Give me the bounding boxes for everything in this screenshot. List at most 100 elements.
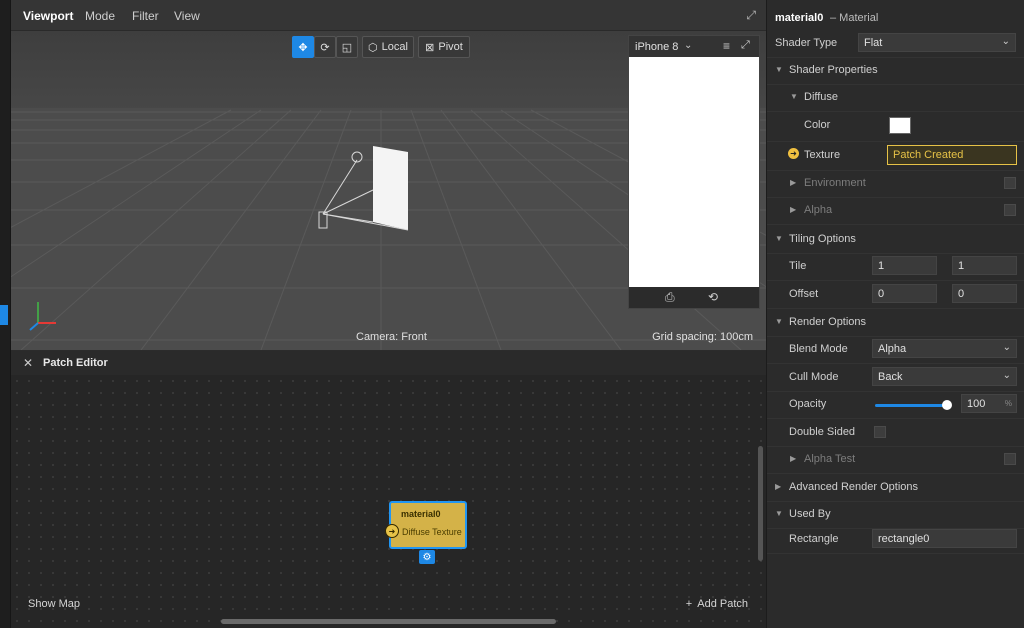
camera-capture-icon[interactable]: ⎙: [665, 290, 675, 305]
patch-editor-title: Patch Editor: [43, 357, 108, 369]
view-menu[interactable]: View: [174, 9, 200, 23]
render-options-label: Render Options: [789, 316, 867, 328]
scale-tool-button[interactable]: ◱: [336, 36, 358, 58]
alpha-test-row[interactable]: ▶ Alpha Test: [767, 446, 1024, 474]
expand-icon[interactable]: ⤢: [746, 8, 756, 23]
port-arrow-icon[interactable]: ➜: [385, 524, 399, 538]
move-tool-button[interactable]: ✥: [292, 36, 314, 58]
preview-screen: [629, 57, 759, 287]
patch-link-arrow-icon[interactable]: ➜: [788, 148, 799, 159]
device-selector[interactable]: iPhone 8: [635, 41, 678, 53]
percent-unit: %: [1004, 399, 1012, 408]
horizontal-scrollbar[interactable]: [221, 619, 556, 624]
pivot-icon: ⊠: [425, 41, 435, 54]
used-by-label: Used By: [789, 508, 831, 520]
rotate-device-icon[interactable]: ⟲: [708, 290, 718, 304]
pivot-button[interactable]: ⊠ Pivot: [418, 36, 470, 58]
local-space-button[interactable]: ⬡ Local: [362, 36, 414, 58]
chevron-down-icon: ⌄: [1001, 36, 1010, 47]
advanced-render-options-section[interactable]: ▶ Advanced Render Options: [767, 474, 1024, 502]
material-patch-node[interactable]: material0 ➜ Diffuse Texture: [385, 501, 467, 549]
texture-field[interactable]: Patch Created: [887, 145, 1017, 165]
menu-icon[interactable]: ≡: [723, 39, 730, 53]
alpha-test-checkbox[interactable]: [1004, 453, 1016, 465]
material-type: – Material: [830, 12, 879, 24]
shader-type-select[interactable]: Flat ⌄: [858, 33, 1016, 52]
patch-editor[interactable]: ✕ Patch Editor material0 ➜ Diffuse Textu…: [11, 351, 766, 628]
alpha-label: Alpha: [804, 204, 833, 216]
alpha-checkbox[interactable]: [1004, 204, 1016, 216]
offset-x-input[interactable]: 0: [872, 284, 937, 303]
tiling-options-label: Tiling Options: [789, 233, 856, 245]
expand-arrow-icon: ▼: [775, 509, 783, 518]
camera-label: Camera: Front: [356, 331, 427, 343]
vertical-scrollbar[interactable]: [758, 446, 763, 561]
opacity-label: Opacity: [789, 398, 827, 410]
gear-icon[interactable]: ⚙: [419, 550, 435, 564]
plane-object[interactable]: [373, 146, 408, 230]
node-port-label: Diffuse Texture: [402, 527, 462, 537]
double-sided-checkbox[interactable]: [874, 426, 886, 438]
tile-label: Tile: [789, 260, 807, 272]
chevron-down-icon[interactable]: ⌄: [684, 40, 692, 51]
rotate-icon: ⟳: [320, 41, 330, 54]
node-title: material0: [401, 509, 441, 519]
environment-label: Environment: [804, 177, 866, 189]
opacity-slider-track[interactable]: [875, 404, 947, 407]
shader-type-row: Shader Type Flat ⌄: [767, 30, 1024, 58]
mode-menu[interactable]: Mode: [85, 9, 115, 23]
shader-type-value: Flat: [864, 37, 883, 49]
environment-row[interactable]: ▶ Environment: [767, 170, 1024, 198]
double-sided-row: Double Sided: [767, 419, 1024, 447]
device-preview[interactable]: iPhone 8 ⌄ ≡ ⤢ ⎙ ⟲: [628, 35, 760, 309]
color-swatch[interactable]: [889, 117, 911, 134]
collapse-arrow-icon: ▶: [775, 482, 782, 491]
shader-properties-label: Shader Properties: [789, 64, 878, 76]
tile-x-input[interactable]: 1: [872, 256, 937, 275]
add-patch-label: Add Patch: [697, 598, 748, 610]
offset-label: Offset: [789, 288, 819, 300]
blend-mode-value: Alpha: [878, 343, 907, 355]
alpha-row[interactable]: ▶ Alpha: [767, 197, 1024, 225]
expand-arrow-icon: ▼: [775, 65, 783, 74]
viewport-title[interactable]: Viewport: [23, 9, 73, 23]
tile-y-input[interactable]: 1: [952, 256, 1017, 275]
texture-row: ➜ Texture Patch Created: [767, 141, 1024, 171]
preview-footer: ⎙ ⟲: [629, 287, 759, 308]
blend-mode-select[interactable]: Alpha ⌄: [872, 339, 1017, 358]
opacity-input[interactable]: 100 %: [961, 394, 1017, 413]
advanced-render-options-label: Advanced Render Options: [789, 481, 919, 493]
cull-mode-select[interactable]: Back ⌄: [872, 367, 1017, 386]
render-options-section[interactable]: ▼ Render Options: [767, 309, 1024, 337]
preview-header: iPhone 8 ⌄ ≡ ⤢: [629, 36, 759, 57]
show-map-button[interactable]: Show Map: [28, 598, 80, 610]
popout-icon[interactable]: ⤢: [741, 39, 750, 52]
rectangle-label: Rectangle: [789, 533, 839, 545]
opacity-row: Opacity 100 %: [767, 391, 1024, 419]
offset-y-input[interactable]: 0: [952, 284, 1017, 303]
cull-mode-label: Cull Mode: [789, 371, 839, 383]
blend-mode-label: Blend Mode: [789, 343, 848, 355]
viewport[interactable]: Viewport Mode Filter View ⤢ ✥ ⟳ ◱ ⬡ Loca…: [11, 0, 766, 350]
material-name: material0: [775, 12, 824, 24]
close-icon[interactable]: ✕: [23, 356, 33, 370]
color-label: Color: [804, 119, 831, 131]
add-patch-button[interactable]: + Add Patch: [686, 598, 748, 610]
cull-mode-row: Cull Mode Back ⌄: [767, 364, 1024, 392]
opacity-value: 100: [967, 398, 986, 410]
rectangle-link-field[interactable]: rectangle0: [872, 529, 1017, 548]
shader-properties-section[interactable]: ▼ Shader Properties: [767, 57, 1024, 85]
rotate-tool-button[interactable]: ⟳: [314, 36, 336, 58]
expand-arrow-icon: ▼: [790, 92, 798, 101]
used-by-section[interactable]: ▼ Used By: [767, 501, 1024, 529]
local-label: Local: [381, 41, 408, 53]
opacity-slider-handle[interactable]: [942, 400, 952, 410]
left-panel-selection-marker[interactable]: [0, 305, 8, 325]
grid-spacing-label: Grid spacing: 100cm: [652, 331, 753, 343]
filter-menu[interactable]: Filter: [132, 9, 159, 23]
move-icon: ✥: [298, 41, 308, 54]
environment-checkbox[interactable]: [1004, 177, 1016, 189]
tiling-options-section[interactable]: ▼ Tiling Options: [767, 226, 1024, 254]
diffuse-label: Diffuse: [804, 91, 839, 103]
diffuse-section[interactable]: ▼ Diffuse: [767, 84, 1024, 112]
